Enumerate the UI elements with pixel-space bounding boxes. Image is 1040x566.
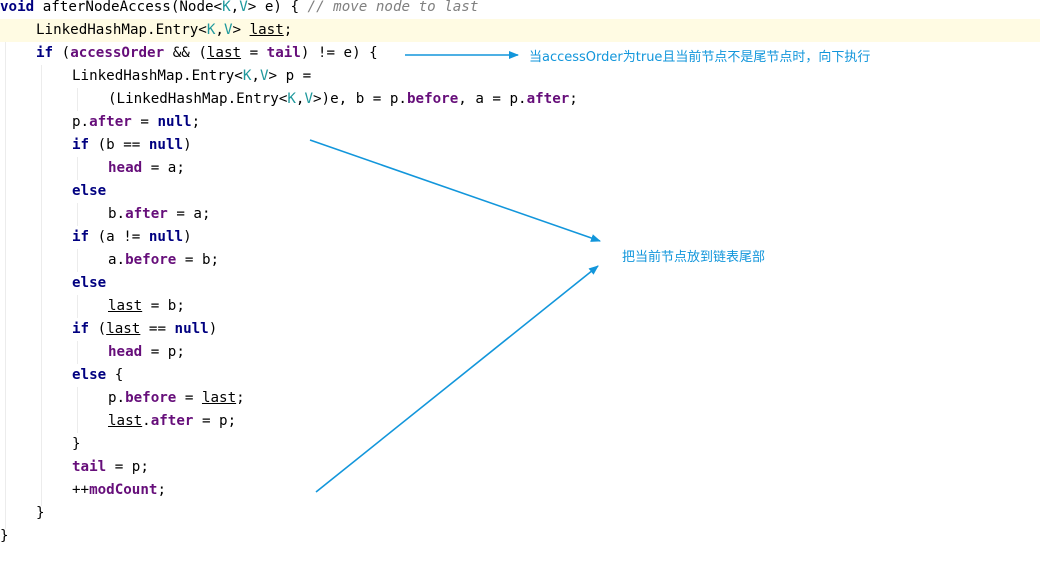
annotation-arrows (309, 51, 601, 493)
annotation-note-move-to-tail: 把当前节点放到链表尾部 (622, 250, 766, 265)
arrow-bottom-to-note2 (315, 265, 599, 493)
arrow-top-to-note2 (309, 139, 601, 242)
annotation-note-access-order: 当accessOrder为true且当前节点不是尾节点时，向下执行 (529, 50, 871, 65)
